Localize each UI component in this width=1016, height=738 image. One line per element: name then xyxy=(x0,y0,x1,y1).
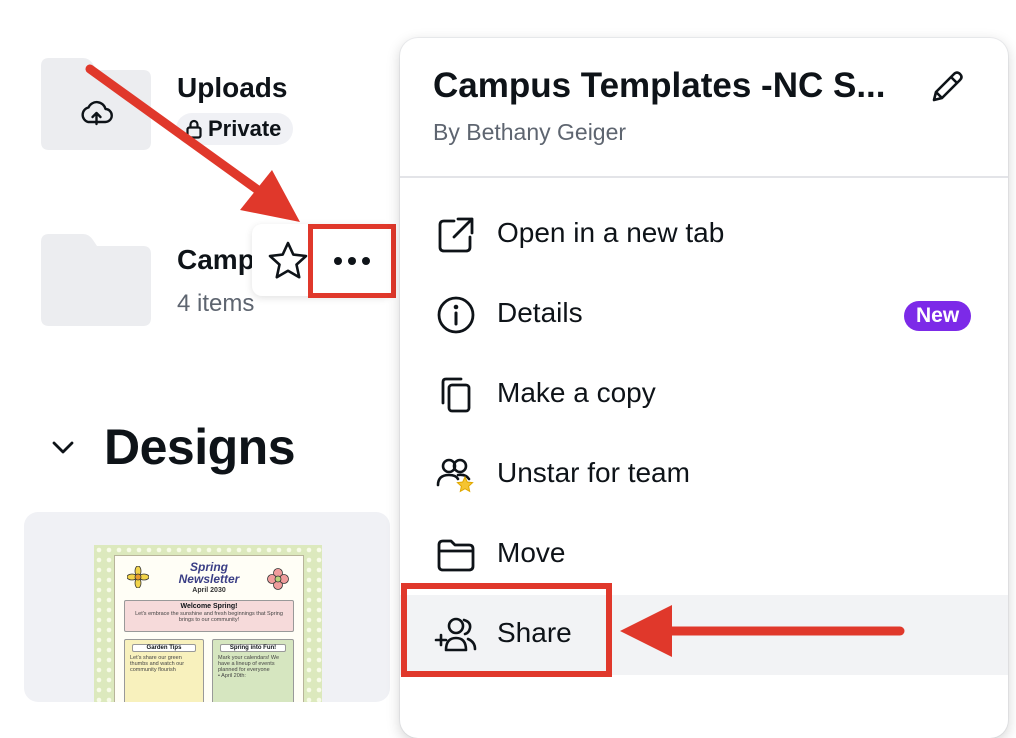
new-badge: New xyxy=(904,301,972,331)
newsletter-date: April 2030 xyxy=(192,587,226,594)
share-highlight-box xyxy=(401,583,612,677)
design-card[interactable]: Spring Newsletter April 2030 Welcome Spr… xyxy=(24,512,390,702)
menu-folder-title: Campus Templates -NC S... xyxy=(433,66,886,105)
newsletter-thumbnail: Spring Newsletter April 2030 Welcome Spr… xyxy=(94,545,322,702)
menu-item-label: Make a copy xyxy=(497,377,656,408)
folder-title-campus[interactable]: Camp xyxy=(177,244,255,276)
spring-fun-text: Mark your calendars! We have a lineup of… xyxy=(218,655,280,673)
more-dots-icon xyxy=(334,257,370,265)
menu-item-open-new-tab[interactable]: Open in a new tab xyxy=(400,195,1008,275)
garden-tips-heading: Garden Tips xyxy=(131,644,197,652)
newsletter-page: Spring Newsletter April 2030 Welcome Spr… xyxy=(114,555,304,702)
team-star-icon xyxy=(436,458,474,493)
spring-fun-bullet: • April 20th: xyxy=(218,673,246,679)
menu-item-label: Open in a new tab xyxy=(497,217,725,248)
menu-owner: By Bethany Geiger xyxy=(433,119,627,145)
spring-fun-box: Spring into Fun! Mark your calendars! We… xyxy=(212,639,294,702)
folder-title-uploads[interactable]: Uploads xyxy=(177,72,287,104)
newsletter-welcome-box: Welcome Spring! Let's embrace the sunshi… xyxy=(124,600,294,632)
spring-fun-body: Mark your calendars! We have a lineup of… xyxy=(213,652,293,682)
garden-tips-box: Garden Tips Let's share our green thumbs… xyxy=(124,639,204,702)
lock-icon xyxy=(186,119,202,139)
newsletter-title-line2: Newsletter xyxy=(178,572,240,586)
campus-folder-icon[interactable] xyxy=(41,234,151,326)
more-options-button[interactable] xyxy=(308,224,396,298)
folder-icon xyxy=(437,539,475,572)
newsletter-title: Spring Newsletter xyxy=(115,561,303,585)
external-link-icon xyxy=(438,217,474,253)
menu-item-label: Details xyxy=(497,297,583,328)
spring-fun-heading: Spring into Fun! xyxy=(220,644,286,652)
menu-divider xyxy=(400,176,1008,178)
welcome-heading: Welcome Spring! xyxy=(180,603,238,610)
menu-item-unstar-team[interactable]: Unstar for team xyxy=(400,435,1008,515)
copy-icon xyxy=(441,377,471,413)
private-badge: Private xyxy=(176,113,294,145)
info-icon xyxy=(437,296,475,334)
folder-item-count: 4 items xyxy=(177,290,255,317)
private-badge-label: Private xyxy=(208,116,282,141)
menu-item-label: Move xyxy=(497,537,566,568)
garden-tips-body: Let's share our green thumbs and watch o… xyxy=(130,655,185,673)
welcome-body: Let's embrace the sunshine and fresh beg… xyxy=(135,611,283,623)
chevron-down-icon[interactable] xyxy=(48,432,78,462)
uploads-folder-icon[interactable] xyxy=(41,58,151,150)
menu-item-label: Unstar for team xyxy=(497,457,690,488)
star-icon[interactable] xyxy=(265,238,311,284)
pencil-icon[interactable] xyxy=(926,68,966,108)
designs-section-title: Designs xyxy=(104,419,296,475)
menu-item-make-copy[interactable]: Make a copy xyxy=(400,355,1008,435)
